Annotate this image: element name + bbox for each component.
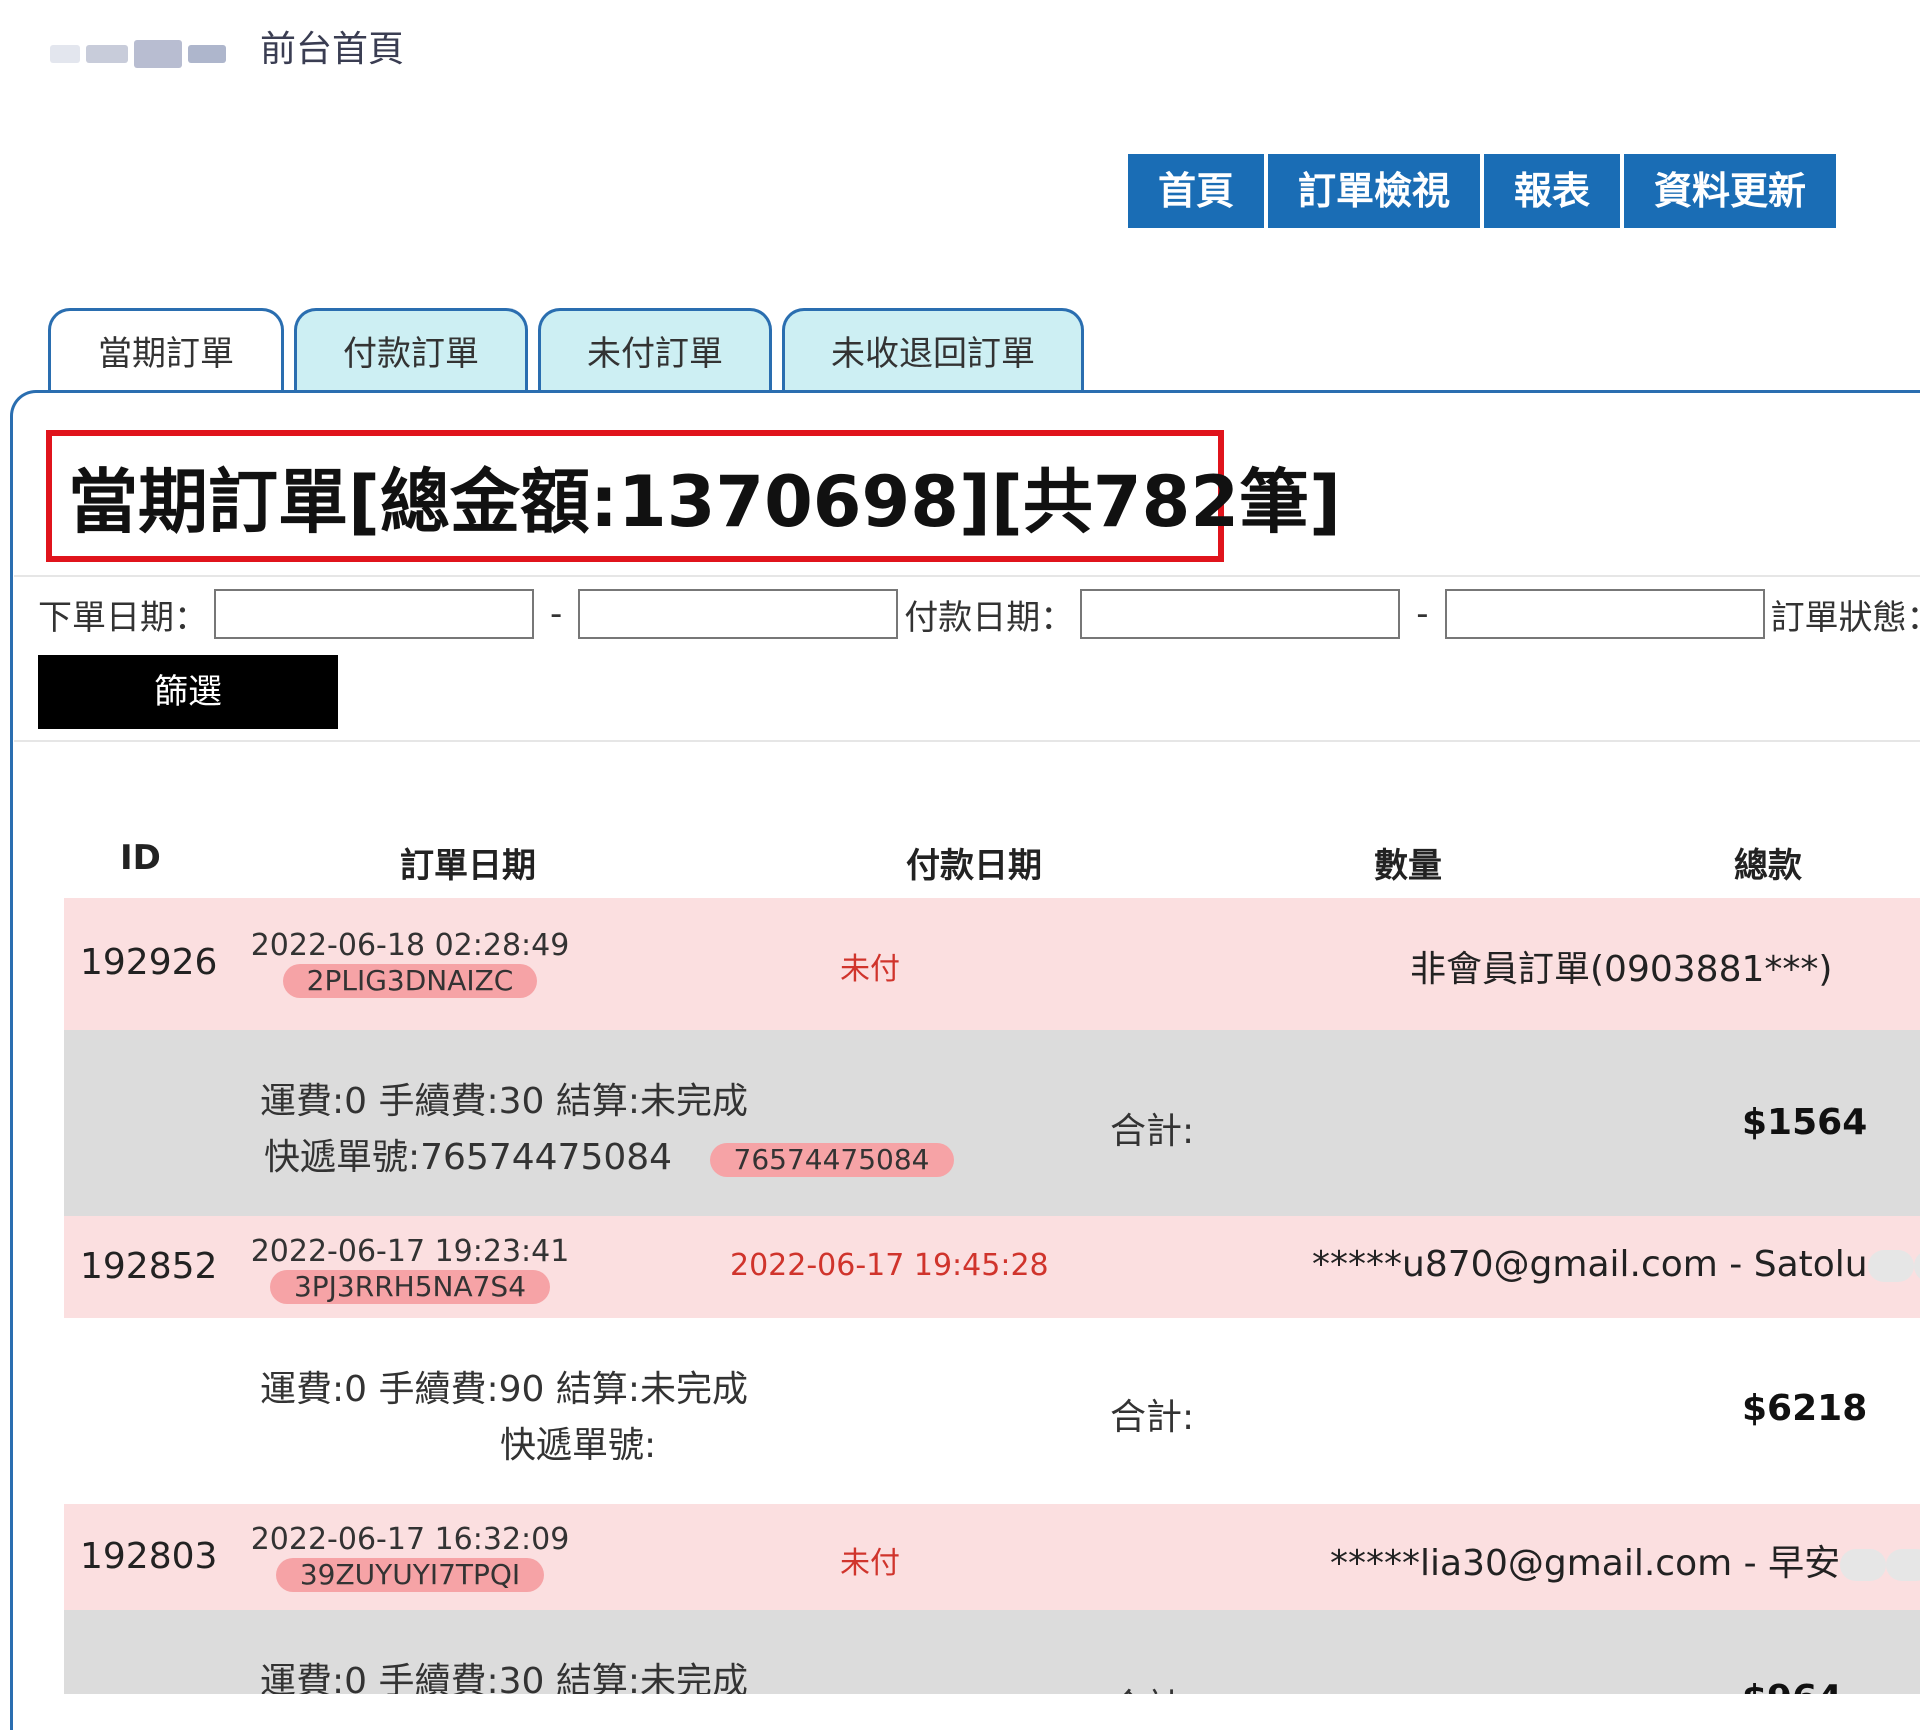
col-id: ID bbox=[120, 838, 161, 878]
nav-order-view-button[interactable]: 訂單檢視 bbox=[1268, 154, 1481, 228]
filter-button[interactable]: 篩選 bbox=[38, 655, 338, 729]
order-date-to-input[interactable] bbox=[578, 589, 899, 639]
tab-unpaid-orders[interactable]: 未付訂單 bbox=[538, 308, 772, 394]
redacted-blob bbox=[1840, 1549, 1887, 1581]
customer-text: *****lia30@gmail.com - 早安 bbox=[1330, 1543, 1841, 1584]
table-row[interactable]: 192852 2022-06-17 19:23:41 3PJ3RRH5NA7S4… bbox=[64, 1216, 1920, 1318]
customer-text: *****u870@gmail.com - Satolu bbox=[1312, 1244, 1868, 1285]
pay-date-to-input[interactable] bbox=[1444, 589, 1765, 639]
sum-label: 合計: bbox=[1110, 1111, 1195, 1152]
table-header: ID 訂單日期 付款日期 數量 總款 bbox=[64, 820, 1920, 892]
sum-label: 合計: bbox=[1110, 1678, 1194, 1694]
order-id: 192852 bbox=[80, 1246, 218, 1287]
col-pay-date: 付款日期 bbox=[906, 846, 1042, 886]
order-id: 192926 bbox=[80, 942, 218, 983]
order-code-badge: 2PLIG3DNAIZC bbox=[282, 964, 538, 998]
tracking-line: 快遞單號:76574475084 76574475084 bbox=[264, 1128, 954, 1180]
pay-status: 未付 bbox=[840, 1546, 900, 1581]
divider bbox=[14, 740, 1920, 742]
sum-label: 合計: bbox=[1110, 1397, 1195, 1438]
table-row[interactable]: 192926 2022-06-18 02:28:49 2PLIG3DNAIZC … bbox=[64, 898, 1920, 1030]
col-total: 總款 bbox=[1734, 846, 1802, 886]
range-dash: - bbox=[1416, 594, 1429, 634]
front-page-link[interactable]: 前台首頁 bbox=[260, 26, 404, 74]
order-id: 192803 bbox=[80, 1536, 218, 1577]
order-date: 2022-06-17 16:32:09 39ZUYUYI7TPQI bbox=[240, 1522, 580, 1592]
pay-status: 未付 bbox=[840, 952, 900, 987]
col-order-date: 訂單日期 bbox=[400, 846, 536, 886]
tracking-text: 快遞單號:76574475084 bbox=[264, 1137, 673, 1178]
order-sum: $964 bbox=[1742, 1678, 1842, 1694]
pay-date: 2022-06-17 19:45:28 bbox=[730, 1248, 1049, 1283]
table-row[interactable]: 192803 2022-06-17 16:32:09 39ZUYUYI7TPQI… bbox=[64, 1504, 1920, 1610]
filter-bar: 下單日期： - 付款日期： - 訂單狀態： bbox=[38, 586, 1920, 642]
fees-text: 運費:0 手續費:30 結算:未完成 bbox=[260, 1661, 748, 1694]
table-row-detail: 運費:0 手續費:30 結算:未完成 快遞單號:76574475084 7657… bbox=[64, 1030, 1920, 1216]
page-title-box: 當期訂單[總金額:1370698][共782筆] bbox=[46, 430, 1341, 562]
divider bbox=[14, 575, 1920, 577]
order-date-text: 2022-06-17 19:23:41 bbox=[250, 1234, 570, 1269]
table-row-detail: 運費:0 手續費:90 結算:未完成 快遞單號: 合計: $6218 bbox=[64, 1318, 1920, 1504]
page-title: 當期訂單[總金額:1370698][共782筆] bbox=[68, 460, 1342, 543]
order-date-label: 下單日期： bbox=[38, 597, 208, 638]
nav-report-button[interactable]: 報表 bbox=[1484, 154, 1621, 228]
nav-data-update-button[interactable]: 資料更新 bbox=[1624, 154, 1837, 228]
top-nav: 首頁 訂單檢視 報表 資料更新 bbox=[1128, 154, 1837, 228]
order-code-badge: 3PJ3RRH5NA7S4 bbox=[269, 1270, 551, 1304]
pay-date-label: 付款日期： bbox=[904, 597, 1075, 638]
order-date-text: 2022-06-18 02:28:49 bbox=[250, 928, 570, 963]
customer: *****lia30@gmail.com - 早安 bbox=[1330, 1534, 1920, 1586]
fees-text: 運費:0 手續費:90 結算:未完成 bbox=[260, 1369, 748, 1410]
tab-unreceived-returned-orders[interactable]: 未收退回訂單 bbox=[782, 308, 1084, 394]
table-row-detail: 運費:0 手續費:30 結算:未完成 合計: $964 bbox=[64, 1610, 1920, 1694]
nav-home-button[interactable]: 首頁 bbox=[1128, 154, 1265, 228]
order-code-badge: 39ZUYUYI7TPQI bbox=[275, 1558, 545, 1592]
tab-current-orders[interactable]: 當期訂單 bbox=[48, 308, 284, 398]
customer: 非會員訂單(0903881***) bbox=[1410, 949, 1833, 990]
order-date: 2022-06-18 02:28:49 2PLIG3DNAIZC bbox=[240, 928, 580, 998]
fees-text: 運費:0 手續費:30 結算:未完成 bbox=[260, 1081, 748, 1122]
order-sum: $1564 bbox=[1742, 1102, 1868, 1143]
col-quantity: 數量 bbox=[1374, 846, 1442, 886]
order-tabs: 當期訂單 付款訂單 未付訂單 未收退回訂單 bbox=[48, 308, 1084, 398]
redacted-blob bbox=[1886, 1549, 1920, 1581]
customer: *****u870@gmail.com - Satolu bbox=[1312, 1244, 1920, 1285]
tracking-badge: 76574475084 bbox=[709, 1143, 954, 1177]
redacted-blob bbox=[1867, 1250, 1914, 1282]
order-date-text: 2022-06-17 16:32:09 bbox=[250, 1522, 570, 1557]
range-dash: - bbox=[550, 594, 563, 634]
order-sum: $6218 bbox=[1742, 1388, 1868, 1429]
order-date: 2022-06-17 19:23:41 3PJ3RRH5NA7S4 bbox=[240, 1234, 580, 1304]
tracking-text: 快遞單號: bbox=[500, 1425, 657, 1466]
order-status-label: 訂單狀態： bbox=[1770, 597, 1920, 638]
pay-date-from-input[interactable] bbox=[1080, 589, 1401, 639]
tab-paid-orders[interactable]: 付款訂單 bbox=[294, 308, 528, 394]
site-logo bbox=[50, 26, 250, 82]
redacted-blob bbox=[1913, 1250, 1920, 1282]
order-date-from-input[interactable] bbox=[214, 589, 534, 639]
